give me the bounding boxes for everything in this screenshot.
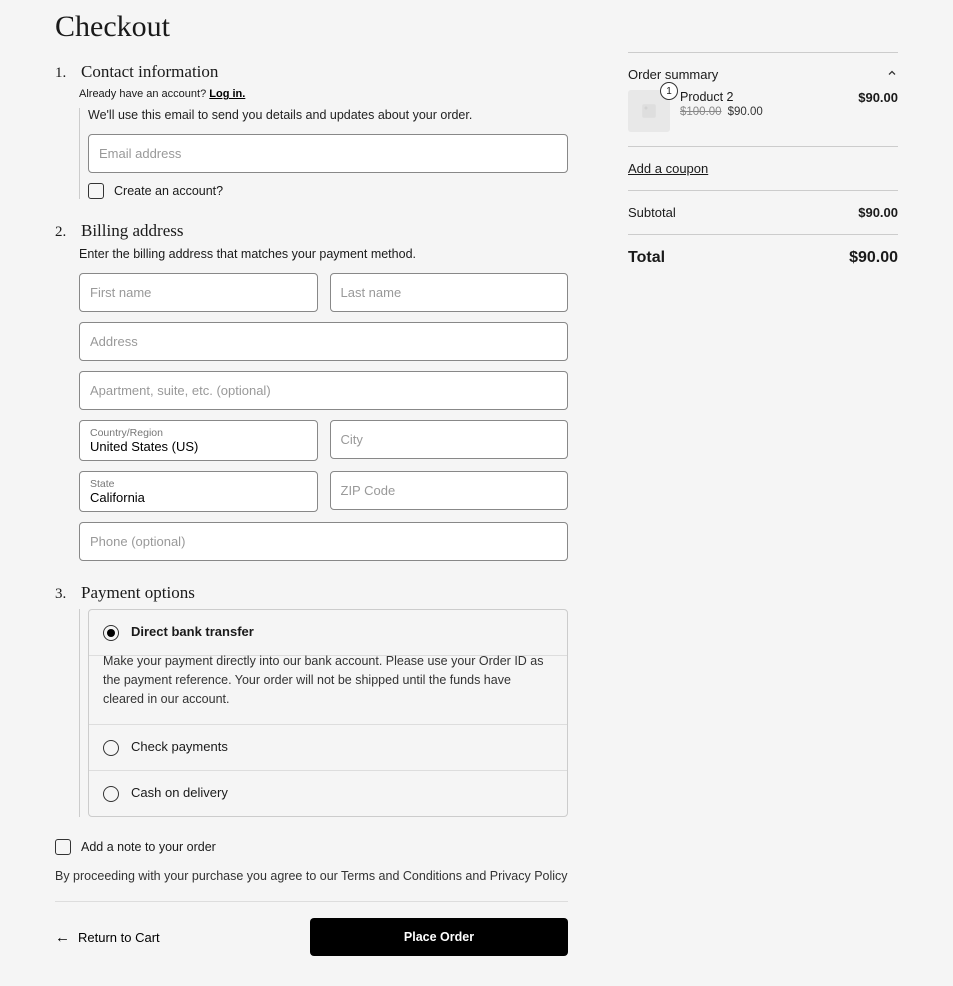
radio-check[interactable] — [103, 740, 119, 756]
radio-direct-bank[interactable] — [103, 625, 119, 641]
billing-step: 2. Billing address Enter the billing add… — [55, 221, 568, 561]
create-account-label: Create an account? — [114, 184, 223, 198]
product-sale-price: $90.00 — [728, 106, 763, 118]
line-total: $90.00 — [858, 90, 898, 105]
payment-options-box: Direct bank transfer Make your payment d… — [88, 609, 568, 817]
step-number-3: 3. — [55, 586, 67, 603]
apartment-field[interactable] — [79, 371, 568, 410]
subtotal-value: $90.00 — [858, 205, 898, 220]
payment-step: 3. Payment options Direct bank transfer … — [55, 583, 568, 817]
state-label: State — [90, 478, 307, 490]
step-number-2: 2. — [55, 224, 67, 241]
state-value: California — [90, 490, 145, 505]
payment-desc-direct-bank: Make your payment directly into our bank… — [89, 652, 567, 724]
state-select[interactable]: State California — [79, 471, 318, 512]
payment-title: Payment options — [81, 583, 195, 603]
payment-option-direct-bank[interactable]: Direct bank transfer — [89, 610, 567, 656]
order-summary-title: Order summary — [628, 67, 718, 82]
payment-label-direct-bank: Direct bank transfer — [131, 624, 254, 639]
qty-badge: 1 — [660, 82, 678, 100]
product-name: Product 2 — [680, 90, 848, 104]
payment-label-cod: Cash on delivery — [131, 785, 228, 800]
total-value: $90.00 — [849, 249, 898, 267]
payment-option-check[interactable]: Check payments — [89, 724, 567, 771]
product-thumbnail: 1 — [628, 90, 670, 132]
city-field[interactable] — [330, 420, 569, 459]
create-account-checkbox[interactable] — [88, 183, 104, 199]
login-link[interactable]: Log in. — [209, 88, 245, 100]
terms-text: By proceeding with your purchase you agr… — [55, 869, 568, 883]
country-label: Country/Region — [90, 427, 307, 439]
billing-help: Enter the billing address that matches y… — [79, 247, 568, 261]
address-field[interactable] — [79, 322, 568, 361]
login-prompt: Already have an account? Log in. — [79, 88, 568, 100]
already-account-text: Already have an account? — [79, 88, 209, 100]
zip-field[interactable] — [330, 471, 569, 510]
add-note-checkbox[interactable] — [55, 839, 71, 855]
phone-field[interactable] — [79, 522, 568, 561]
last-name-field[interactable] — [330, 273, 569, 312]
payment-option-cod[interactable]: Cash on delivery — [89, 771, 567, 816]
contact-step: 1. Contact information Already have an a… — [55, 62, 568, 199]
step-number-1: 1. — [55, 65, 67, 82]
return-to-cart-link[interactable]: ← Return to Cart — [55, 929, 160, 946]
first-name-field[interactable] — [79, 273, 318, 312]
page-title: Checkout — [55, 10, 568, 44]
country-value: United States (US) — [90, 439, 198, 454]
billing-title: Billing address — [81, 221, 183, 241]
product-orig-price: $100.00 — [680, 106, 722, 118]
total-label: Total — [628, 249, 665, 267]
radio-cod[interactable] — [103, 786, 119, 802]
chevron-up-icon[interactable] — [886, 67, 898, 82]
subtotal-label: Subtotal — [628, 205, 676, 220]
divider — [55, 901, 568, 902]
contact-help: We'll use this email to send you details… — [88, 108, 568, 122]
return-label: Return to Cart — [78, 930, 160, 945]
email-field[interactable] — [88, 134, 568, 173]
order-item: 1 Product 2 $100.00 $90.00 $90.00 — [628, 90, 898, 132]
contact-title: Contact information — [81, 62, 218, 82]
add-coupon-link[interactable]: Add a coupon — [628, 161, 708, 176]
arrow-left-icon: ← — [55, 929, 70, 946]
country-select[interactable]: Country/Region United States (US) — [79, 420, 318, 461]
order-summary-sidebar: Order summary 1 Product 2 $100.00 $90.00 … — [628, 52, 898, 956]
payment-label-check: Check payments — [131, 739, 228, 754]
add-note-label: Add a note to your order — [81, 840, 216, 854]
